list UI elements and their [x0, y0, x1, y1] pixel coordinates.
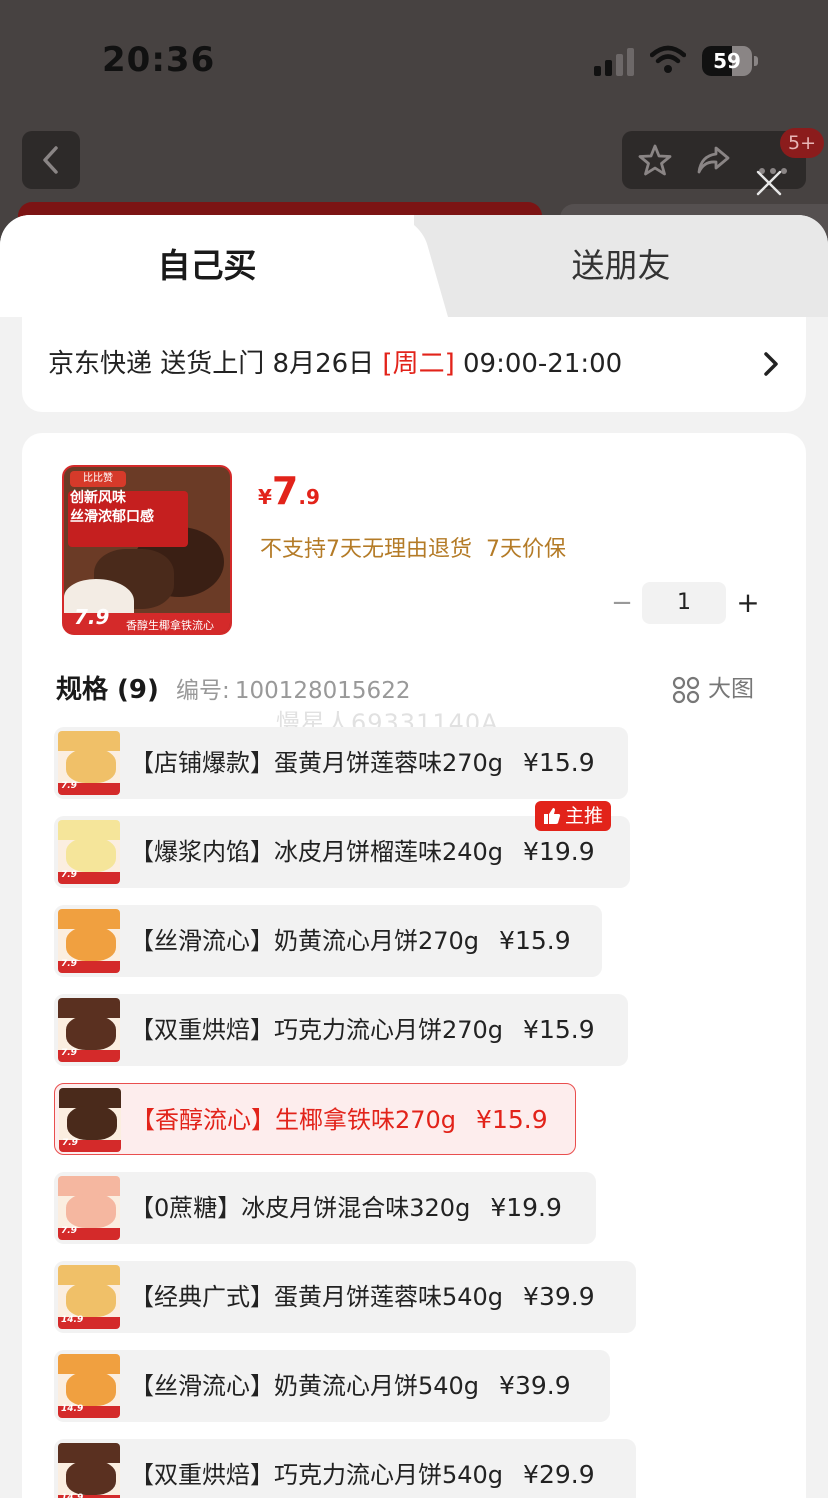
spec-option-label: 【经典广式】蛋黄月饼莲蓉味540g ¥39.9 [130, 1261, 595, 1333]
spec-code: 100128015622 [234, 678, 411, 704]
spec-option-thumbnail: 7.9 [58, 1176, 120, 1240]
back-button[interactable] [22, 131, 80, 189]
spec-title: 规格 (9) [56, 675, 159, 705]
image-product-name: 香醇生椰拿铁流心 [126, 619, 214, 632]
spec-option-label: 【店铺爆款】蛋黄月饼莲蓉味270g ¥15.9 [130, 727, 595, 799]
battery-body: 59 [702, 46, 752, 76]
status-time: 20:36 [102, 40, 216, 80]
spec-option-label: 【丝滑流心】奶黄流心月饼540g ¥39.9 [130, 1350, 571, 1422]
slogan-text: 创新风味 丝滑浓郁口感 [70, 490, 154, 525]
battery-tip [754, 56, 758, 66]
spec-option-thumbnail: 14.9 [58, 1265, 120, 1329]
star-icon[interactable] [638, 143, 672, 177]
spec-option-thumbnail: 7.9 [58, 998, 120, 1062]
chevron-right-icon [764, 352, 778, 376]
spec-option[interactable]: 7.9 【丝滑流心】奶黄流心月饼270g ¥15.9 [54, 905, 602, 977]
brand-logo: 比比赞 [70, 471, 126, 487]
cart-count-badge: 5+ [780, 128, 825, 158]
thumbnail-price: 14.9 [61, 1404, 84, 1414]
featured-badge: 主推 [535, 801, 612, 831]
spec-option-price: ¥15.9 [523, 748, 595, 777]
spec-option-label: 【双重烘焙】巧克力流心月饼540g ¥29.9 [130, 1439, 595, 1498]
spec-option-label: 【0蔗糖】冰皮月饼混合味320g ¥19.9 [130, 1172, 562, 1244]
policy-no-return: 不支持7天无理由退货 [260, 537, 472, 562]
spec-option[interactable]: 14.9 【双重烘焙】巧克力流心月饼540g ¥29.9 [54, 1439, 636, 1498]
spec-option-thumbnail: 14.9 [58, 1354, 120, 1418]
close-icon[interactable] [750, 164, 788, 202]
spec-option-label: 【丝滑流心】奶黄流心月饼270g ¥15.9 [130, 905, 571, 977]
spec-option-thumbnail: 14.9 [58, 1443, 120, 1498]
thumbnail-price: 14.9 [61, 1493, 84, 1498]
spec-option-price: ¥19.9 [523, 837, 595, 866]
spec-option-name: 【丝滑流心】奶黄流心月饼540g [130, 1372, 480, 1400]
delivery-row[interactable]: 京东快递 送货上门 8月26日 [周二] 09:00-21:00 [22, 317, 806, 412]
spec-option-label: 【爆浆内馅】冰皮月饼榴莲味240g ¥19.9 [130, 816, 595, 888]
signal-icon [594, 48, 634, 76]
spec-option-label: 【双重烘焙】巧克力流心月饼270g ¥15.9 [130, 994, 595, 1066]
thumbnail-price: 7.9 [61, 781, 77, 791]
spec-option-price: ¥15.9 [499, 926, 571, 955]
quantity-increase-button[interactable]: + [734, 583, 762, 623]
spec-code-label: 编号: [176, 678, 230, 704]
spec-option-label: 【香醇流心】生椰拿铁味270g ¥15.9 [131, 1084, 548, 1156]
thumbnail-price: 7.9 [61, 1226, 77, 1236]
big-image-toggle[interactable]: 大图 [672, 669, 754, 704]
tab-send-to-friend[interactable]: 送朋友 [414, 215, 828, 317]
spec-option[interactable]: 7.9 【双重烘焙】巧克力流心月饼270g ¥15.9 [54, 994, 628, 1066]
quantity-input[interactable]: 1 [642, 582, 726, 624]
delivery-info: 京东快递 送货上门 8月26日 [周二] 09:00-21:00 [48, 343, 622, 380]
spec-option[interactable]: 14.9 【丝滑流心】奶黄流心月饼540g ¥39.9 [54, 1350, 610, 1422]
spec-option-price: ¥19.9 [490, 1193, 562, 1222]
spec-option-thumbnail: 7.9 [58, 820, 120, 884]
spec-option-price: ¥39.9 [499, 1371, 571, 1400]
battery-percent: 59 [713, 49, 741, 73]
spec-option-name: 【爆浆内馅】冰皮月饼榴莲味240g [130, 838, 504, 866]
chevron-left-icon [43, 146, 58, 174]
purchase-sheet: 自己买 送朋友 京东快递 送货上门 8月26日 [周二] 09:00-21:00… [0, 215, 828, 1498]
spec-option-name: 【0蔗糖】冰皮月饼混合味320g [130, 1194, 471, 1222]
share-icon[interactable] [696, 143, 730, 177]
spec-option-name: 【香醇流心】生椰拿铁味270g [131, 1106, 457, 1134]
thumbnail-price: 7.9 [62, 1138, 78, 1148]
product-card: 比比赞 创新风味 丝滑浓郁口感 7.9 香醇生椰拿铁流心 ¥7.9 不支持7天无理… [22, 433, 806, 1498]
spec-option-price: ¥15.9 [523, 1015, 595, 1044]
battery-indicator: 59 [702, 46, 758, 76]
spec-option-name: 【双重烘焙】巧克力流心月饼270g [130, 1016, 504, 1044]
spec-option-price: ¥39.9 [523, 1282, 595, 1311]
policy-price-protect: 7天价保 [486, 537, 566, 562]
spec-option[interactable]: 7.9 【店铺爆款】蛋黄月饼莲蓉味270g ¥15.9 [54, 727, 628, 799]
spec-option-thumbnail: 7.9 [58, 731, 120, 795]
delivery-method: 京东快递 送货上门 8月26日 [48, 349, 383, 379]
thumbnail-price: 14.9 [61, 1315, 84, 1325]
thumbnail-price: 7.9 [61, 870, 77, 880]
spec-option[interactable]: 14.9 【经典广式】蛋黄月饼莲蓉味540g ¥39.9 [54, 1261, 636, 1333]
spec-option-name: 【双重烘焙】巧克力流心月饼540g [130, 1461, 504, 1489]
product-policies: 不支持7天无理由退货 7天价保 [260, 531, 566, 563]
spec-option[interactable]: 7.9 【0蔗糖】冰皮月饼混合味320g ¥19.9 [54, 1172, 596, 1244]
spec-option-name: 【店铺爆款】蛋黄月饼莲蓉味270g [130, 749, 504, 777]
product-price: ¥7.9 [258, 469, 320, 513]
delivery-weekday: [周二] [382, 349, 455, 379]
thumbnail-price: 7.9 [61, 1048, 77, 1058]
spec-option-thumbnail: 7.9 [58, 909, 120, 973]
grid-icon [672, 676, 700, 703]
spec-header: 规格 (9) 编号: 100128015622 [56, 669, 410, 706]
status-bar: 20:36 59 [0, 0, 828, 120]
quantity-decrease-button[interactable]: − [608, 583, 636, 623]
spec-option[interactable]: 7.9 【香醇流心】生椰拿铁味270g ¥15.9 [54, 1083, 576, 1155]
spec-option-name: 【经典广式】蛋黄月饼莲蓉味540g [130, 1283, 504, 1311]
delivery-time-window: 09:00-21:00 [454, 349, 623, 379]
spec-option-price: ¥15.9 [476, 1105, 548, 1134]
tab-buy-for-self[interactable]: 自己买 [0, 215, 414, 317]
product-image[interactable]: 比比赞 创新风味 丝滑浓郁口感 7.9 香醇生椰拿铁流心 [62, 465, 232, 635]
wifi-icon [650, 45, 686, 73]
purchase-tabs: 自己买 送朋友 [0, 215, 828, 317]
thumbnail-price: 7.9 [61, 959, 77, 969]
spec-option-name: 【丝滑流心】奶黄流心月饼270g [130, 927, 480, 955]
image-price: 7.9 [74, 605, 110, 629]
spec-option-thumbnail: 7.9 [59, 1088, 121, 1152]
spec-option-price: ¥29.9 [523, 1460, 595, 1489]
thumbs-up-icon [544, 808, 561, 824]
big-image-label: 大图 [708, 676, 754, 702]
